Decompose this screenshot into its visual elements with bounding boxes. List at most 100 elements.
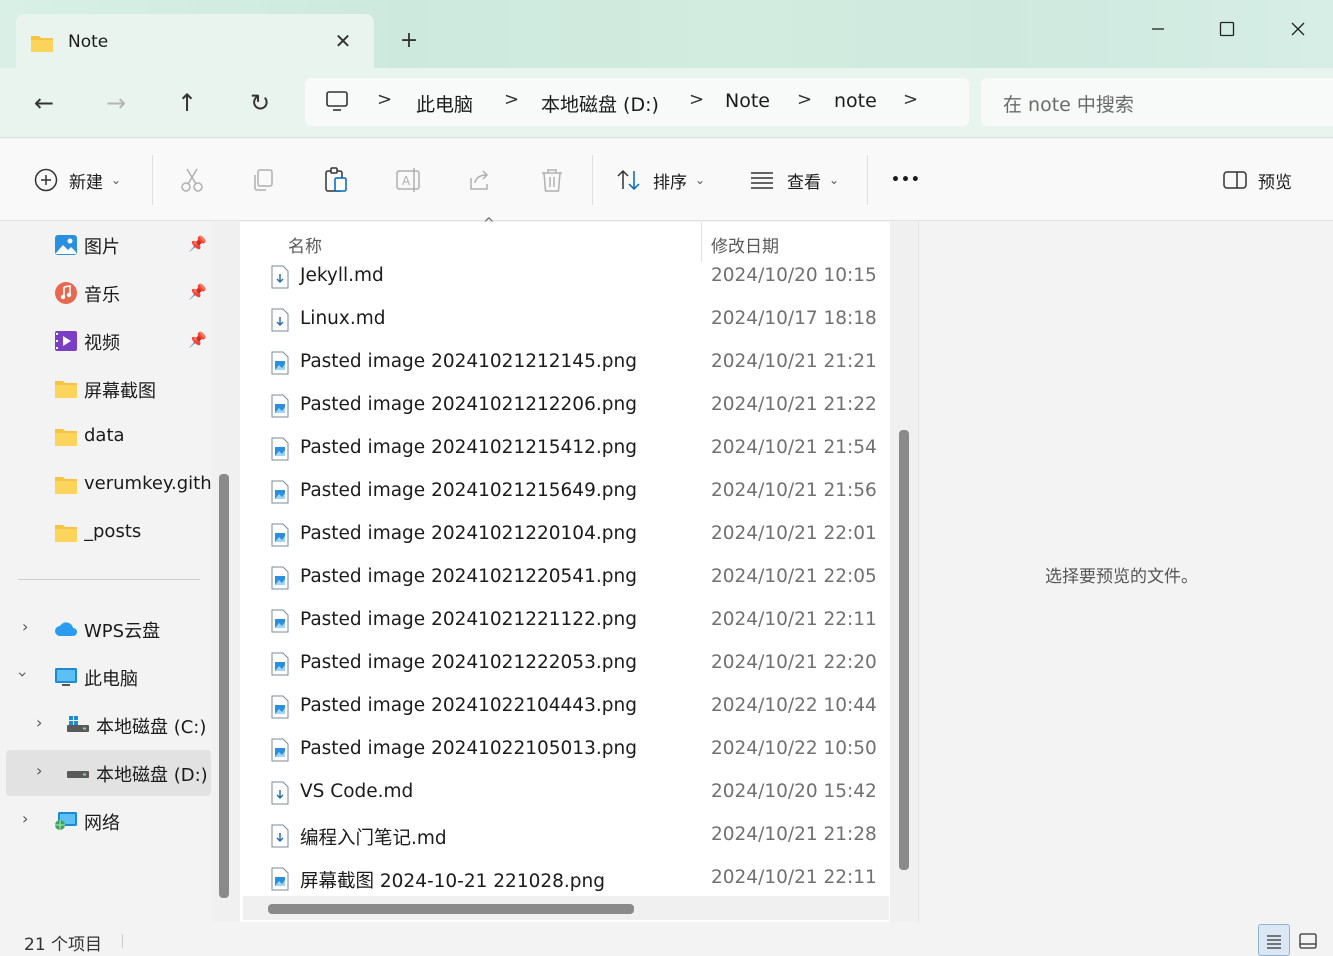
markdown-file-icon xyxy=(271,781,289,805)
file-row[interactable]: 编程入门笔记.md 2024/10/21 21:28 xyxy=(240,814,890,857)
sidebar-item-label: 网络 xyxy=(84,813,120,834)
file-row[interactable]: VS Code.md 2024/10/20 15:42 xyxy=(240,771,890,814)
sidebar-item-videos[interactable]: 视频 📌 xyxy=(0,318,212,364)
close-tab-icon[interactable]: ✕ xyxy=(332,30,354,52)
item-count: 21 个项目 xyxy=(24,935,103,955)
sidebar-item-network[interactable]: › 网络 xyxy=(0,798,212,844)
file-list-vertical-scrollbar[interactable] xyxy=(899,430,909,870)
file-date: 2024/10/21 21:21 xyxy=(711,351,877,372)
cut-icon[interactable] xyxy=(178,166,206,194)
file-name: 编程入门笔记.md xyxy=(300,828,447,849)
file-row[interactable]: Pasted image 20241021215412.png 2024/10/2… xyxy=(240,427,890,470)
breadcrumb-separator: > xyxy=(504,89,520,110)
tab-title: Note xyxy=(68,32,109,52)
tab-note[interactable]: Note ✕ xyxy=(16,14,374,70)
copy-icon[interactable] xyxy=(250,166,278,194)
chevron-right-icon[interactable]: › xyxy=(36,761,42,780)
file-row[interactable]: Jekyll.md 2024/10/20 10:15 xyxy=(240,255,890,298)
breadcrumb-separator: > xyxy=(903,89,919,110)
file-list-horizontal-scrollbar[interactable] xyxy=(268,904,634,914)
file-name: Linux.md xyxy=(300,308,386,329)
close-window-button[interactable] xyxy=(1275,12,1321,46)
file-row[interactable]: Linux.md 2024/10/17 18:18 xyxy=(240,298,890,341)
tiles-view-button[interactable] xyxy=(1292,924,1324,956)
file-date: 2024/10/20 15:42 xyxy=(711,781,877,802)
forward-button[interactable]: → xyxy=(99,86,133,120)
title-bar: Note ✕ + xyxy=(0,0,1333,70)
preview-pane: 选择要预览的文件。 xyxy=(918,222,1333,922)
sidebar-scrollbar[interactable] xyxy=(219,474,229,898)
preview-pane-icon xyxy=(1223,171,1247,189)
share-icon[interactable] xyxy=(466,166,494,194)
sidebar-item-folder[interactable]: verumkey.githu xyxy=(0,462,212,508)
file-name: Pasted image 20241021212145.png xyxy=(300,351,637,372)
view-button[interactable]: 查看 ⌄ xyxy=(749,164,839,196)
sidebar-item-wps-cloud[interactable]: › WPS云盘 xyxy=(0,606,212,652)
breadcrumb-drive-d[interactable]: 本地磁盘 (D:) xyxy=(541,90,659,117)
sidebar-item-pictures[interactable]: 图片 📌 xyxy=(0,222,212,268)
file-name: Pasted image 20241021220541.png xyxy=(300,566,637,587)
file-row[interactable]: Pasted image 20241021220104.png 2024/10/2… xyxy=(240,513,890,556)
file-row[interactable]: Pasted image 20241021222053.png 2024/10/2… xyxy=(240,642,890,685)
sidebar-item-folder[interactable]: 屏幕截图 xyxy=(0,366,212,412)
breadcrumb-note-parent[interactable]: Note xyxy=(725,90,770,112)
breadcrumb-this-pc[interactable]: 此电脑 xyxy=(416,90,473,117)
pictures-icon xyxy=(55,235,77,255)
image-file-icon xyxy=(271,394,289,418)
file-name: Pasted image 20241022104443.png xyxy=(300,695,637,716)
file-date: 2024/10/22 10:44 xyxy=(711,695,877,716)
file-row[interactable]: Pasted image 20241022104443.png 2024/10/2… xyxy=(240,685,890,728)
sidebar-item-folder[interactable]: _posts xyxy=(0,510,212,556)
up-button[interactable]: ↑ xyxy=(170,86,204,120)
file-date: 2024/10/21 22:11 xyxy=(711,867,877,888)
file-row[interactable]: Pasted image 20241022105013.png 2024/10/2… xyxy=(240,728,890,771)
pin-icon[interactable]: 📌 xyxy=(188,283,207,301)
minimize-button[interactable] xyxy=(1135,12,1181,46)
column-header-name[interactable]: 名称 xyxy=(288,232,322,257)
file-row[interactable]: Pasted image 20241021221122.png 2024/10/2… xyxy=(240,599,890,642)
sidebar-item-this-pc[interactable]: › 此电脑 xyxy=(0,654,212,700)
preview-pane-button[interactable]: 预览 xyxy=(1222,164,1292,196)
file-date: 2024/10/21 22:05 xyxy=(711,566,877,587)
details-view-button[interactable] xyxy=(1258,924,1290,956)
folder-icon xyxy=(55,525,77,542)
chevron-down-icon[interactable]: › xyxy=(14,671,33,677)
sidebar-item-drive-d[interactable]: › 本地磁盘 (D:) xyxy=(6,750,211,796)
sidebar-item-folder[interactable]: data xyxy=(0,414,212,460)
markdown-file-icon xyxy=(271,824,289,848)
breadcrumb-note[interactable]: note xyxy=(834,90,877,112)
file-row[interactable]: Pasted image 20241021212145.png 2024/10/2… xyxy=(240,341,890,384)
folder-icon xyxy=(55,381,77,398)
address-bar[interactable]: > 此电脑 > 本地磁盘 (D:) > Note > note > xyxy=(305,78,969,126)
column-header-date[interactable]: 修改日期 xyxy=(711,232,779,257)
file-row[interactable]: Pasted image 20241021215649.png 2024/10/2… xyxy=(240,470,890,513)
maximize-button[interactable] xyxy=(1204,12,1250,46)
delete-icon[interactable] xyxy=(538,166,566,194)
back-button[interactable]: ← xyxy=(27,86,61,120)
chevron-right-icon[interactable]: › xyxy=(36,713,42,732)
drive-icon xyxy=(67,771,89,778)
sidebar-item-drive-c[interactable]: › 本地磁盘 (C:) xyxy=(0,702,212,748)
file-row[interactable]: Pasted image 20241021212206.png 2024/10/2… xyxy=(240,384,890,427)
refresh-button[interactable]: ↻ xyxy=(243,86,277,120)
file-row[interactable]: 屏幕截图 2024-10-21 221028.png 2024/10/21 22:… xyxy=(240,857,890,900)
new-button[interactable]: 新建 ⌄ xyxy=(33,164,121,196)
file-name: Pasted image 20241021220104.png xyxy=(300,523,637,544)
navigation-bar: ← → ↑ ↻ > 此电脑 > 本地磁盘 (D:) > Note > note … xyxy=(0,68,1333,138)
pin-icon[interactable]: 📌 xyxy=(188,331,207,349)
paste-icon[interactable] xyxy=(322,166,350,194)
image-file-icon xyxy=(271,609,289,633)
chevron-right-icon[interactable]: › xyxy=(22,617,28,636)
file-row[interactable]: Pasted image 20241021220541.png 2024/10/2… xyxy=(240,556,890,599)
chevron-right-icon[interactable]: › xyxy=(22,809,28,828)
sort-button[interactable]: 排序 ⌄ xyxy=(615,164,705,196)
new-tab-button[interactable]: + xyxy=(396,28,422,54)
sidebar-item-music[interactable]: 音乐 📌 xyxy=(0,270,212,316)
file-date: 2024/10/21 21:28 xyxy=(711,824,877,845)
more-options-button[interactable]: ••• xyxy=(891,164,921,196)
rename-icon[interactable]: A xyxy=(394,166,422,194)
drive-icon xyxy=(67,716,89,732)
search-input[interactable]: 在 note 中搜索 xyxy=(981,78,1333,126)
pin-icon[interactable]: 📌 xyxy=(188,235,207,253)
command-toolbar: 新建 ⌄ A 排序 ⌄ 查看 ⌄ ••• 预览 xyxy=(0,139,1333,221)
